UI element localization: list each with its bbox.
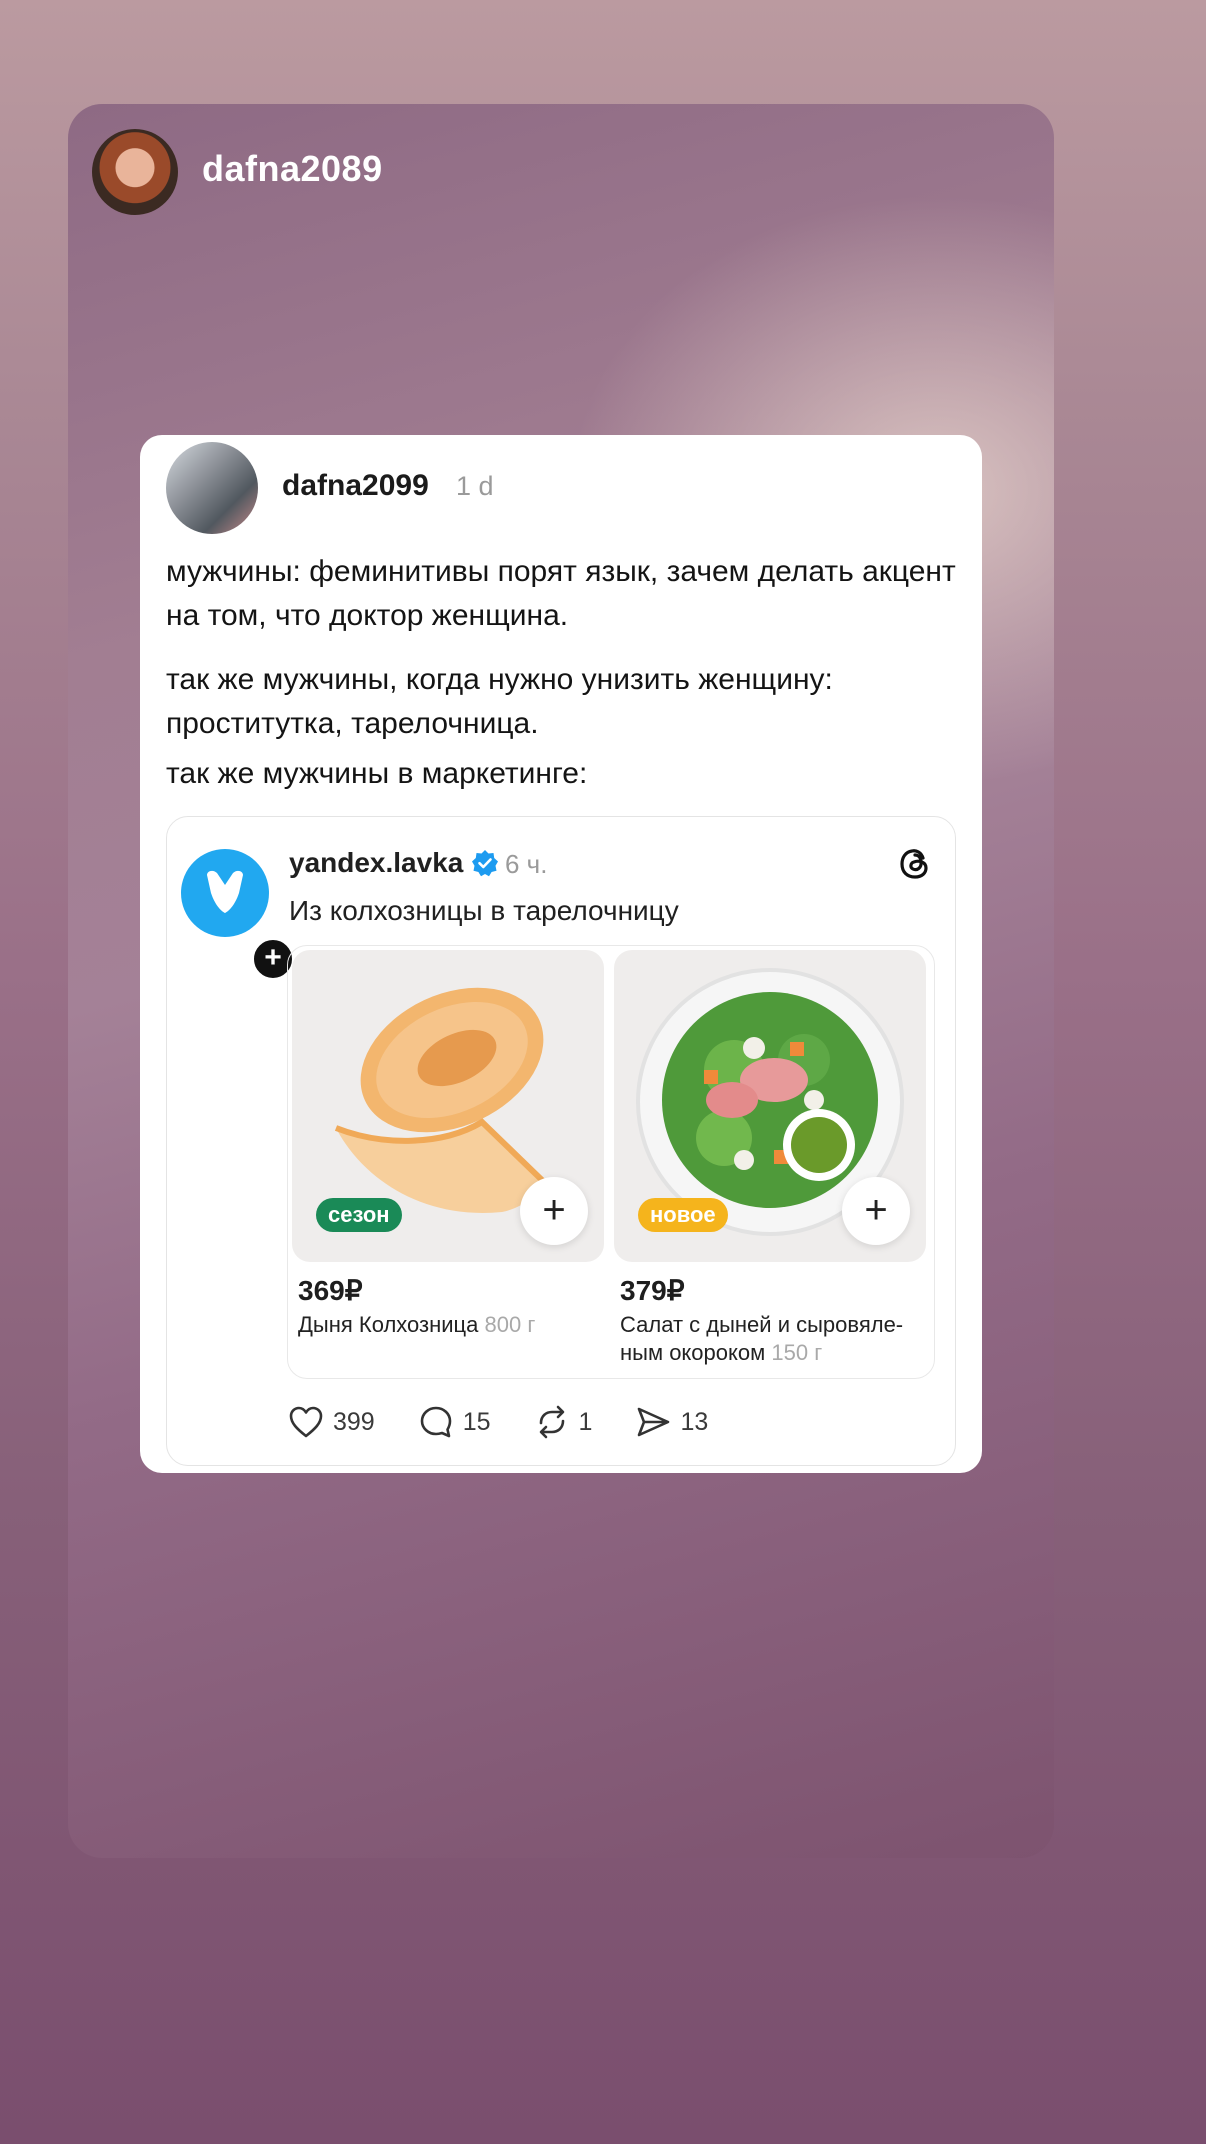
product-card-melon[interactable]: сезон + 369₽ Дыня Колхозница 800 г	[292, 950, 604, 1339]
comment-icon	[420, 1406, 452, 1438]
post-avatar[interactable]	[166, 442, 258, 534]
quoted-post-avatar[interactable]: +	[181, 849, 295, 981]
product-price: 369₽	[298, 1275, 363, 1306]
product-image-melon[interactable]: сезон +	[292, 950, 604, 1262]
verified-badge-icon	[472, 850, 498, 877]
product-weight: 150 г	[771, 1340, 823, 1365]
product-name: Салат с дыней и сыровяле-ным окороком 15…	[620, 1311, 920, 1367]
quoted-post-username[interactable]: yandex.lavka	[289, 847, 463, 879]
product-carousel: сезон + 369₽ Дыня Колхозница 800 г новое…	[287, 945, 935, 1379]
repost-count: 1	[578, 1407, 593, 1436]
share-button[interactable]: 13	[634, 1403, 708, 1441]
repost-button[interactable]: 1	[533, 1403, 593, 1441]
product-weight: 800 г	[484, 1312, 536, 1337]
badge-new: новое	[638, 1198, 728, 1232]
post-actions-bar: 399 15 1 13	[287, 1397, 927, 1447]
send-icon	[638, 1407, 670, 1437]
product-price: 379₽	[620, 1275, 685, 1306]
quoted-post-text: Из колхозницы в тарелочницу	[289, 895, 679, 926]
share-count: 13	[680, 1407, 709, 1436]
add-to-cart-button[interactable]: +	[520, 1177, 588, 1245]
product-image-salad[interactable]: новое +	[614, 950, 926, 1262]
product-name-text: Салат с дыней и сыровяле-ным окороком	[620, 1312, 904, 1365]
quoted-post-timestamp: 6 ч.	[505, 849, 548, 879]
like-button[interactable]: 399	[287, 1403, 375, 1441]
product-name-text: Дыня Колхозница	[298, 1312, 479, 1337]
shared-post-card[interactable]: dafna2099 1 d мужчины: феминитивы порят …	[140, 435, 982, 1473]
like-count: 399	[333, 1407, 375, 1436]
story-avatar[interactable]	[92, 129, 178, 215]
story-username[interactable]: dafna2089	[202, 148, 383, 190]
badge-season: сезон	[316, 1198, 402, 1232]
add-to-cart-button[interactable]: +	[842, 1177, 910, 1245]
quoted-post[interactable]: + yandex.lavka 6 ч. Из колхозницы в таре…	[166, 816, 956, 1466]
comment-button[interactable]: 15	[417, 1403, 491, 1441]
repost-icon	[539, 1405, 564, 1439]
post-text-paragraph-2: так же мужчины, когда нужно унизить женщ…	[166, 663, 833, 740]
post-username[interactable]: dafna2099	[282, 469, 429, 503]
product-card-salad[interactable]: новое + 379₽ Салат с дыней и сыровяле-ны…	[614, 950, 926, 1367]
heart-logo-icon	[207, 870, 243, 913]
comment-count: 15	[462, 1407, 491, 1436]
threads-logo-icon	[900, 849, 928, 879]
post-text-paragraph-1: мужчины: феминитивы порят язык, зачем де…	[166, 555, 956, 632]
post-text-paragraph-3: так же мужчины в маркетинге:	[166, 757, 588, 790]
product-name: Дыня Колхозница 800 г	[298, 1311, 598, 1339]
heart-icon	[289, 1406, 323, 1438]
post-timestamp: 1 d	[456, 471, 494, 501]
